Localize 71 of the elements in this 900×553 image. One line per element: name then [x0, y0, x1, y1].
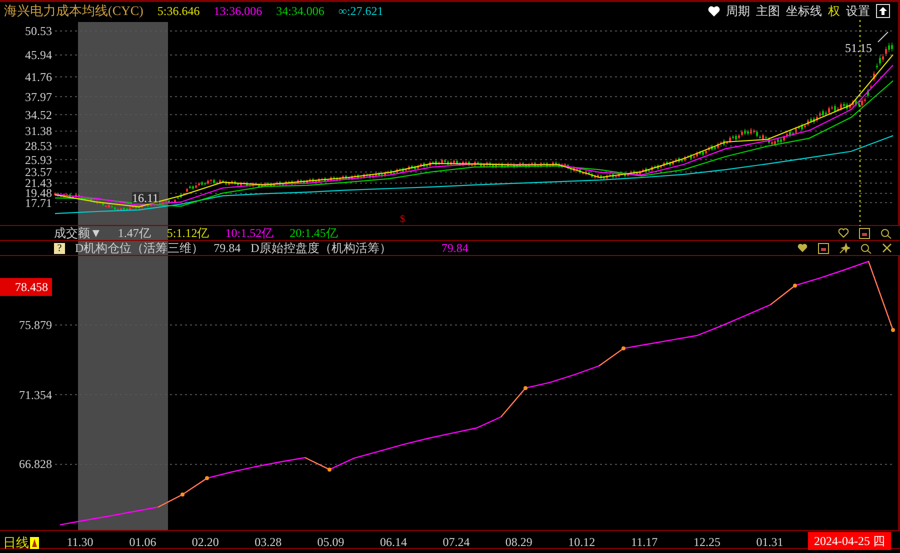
favorite-heart-icon[interactable]	[708, 6, 720, 16]
price-axis-label: 25.93	[24, 154, 52, 166]
legend-value: 5:36.646	[157, 3, 200, 20]
zoom-icon[interactable]	[880, 228, 892, 238]
date-axis-label: 08.29	[505, 534, 532, 551]
price-axis-label: 21.43	[24, 177, 52, 190]
volume-average: 20:1.45亿	[290, 225, 338, 242]
leader-line	[878, 32, 888, 42]
current-value-label: 78.458	[0, 278, 52, 296]
date-axis-label: 11.30	[66, 534, 94, 551]
indicator-axis-label: 75.879	[18, 318, 52, 331]
volume-average: 5:1.12亿	[166, 225, 210, 242]
price-axis-label: 31.38	[24, 125, 52, 138]
window-icon[interactable]	[859, 228, 870, 238]
jump-marker	[598, 346, 626, 366]
high-price-label: 51.15	[845, 40, 872, 57]
zoom-icon[interactable]	[860, 242, 872, 254]
indicator-value: 79.84	[214, 240, 241, 257]
toolbar-button[interactable]: 设置	[846, 2, 870, 20]
legend-value: ∞:27.621	[338, 3, 384, 20]
indicator-value: 79.84	[441, 240, 468, 257]
date-axis-label: 01.31	[756, 534, 784, 551]
price-axis-label: 50.53	[24, 24, 52, 37]
date-axis-label: 11.17	[631, 534, 658, 551]
date-axis-label: 12.25	[694, 534, 720, 551]
price-axis-label: 23.57	[24, 166, 52, 178]
price-axis-label: 41.76	[24, 70, 52, 83]
indicator-axis-label: 71.354	[18, 388, 52, 401]
cone-icon[interactable]	[30, 536, 39, 549]
window-icon[interactable]	[818, 242, 829, 254]
current-date-label: 2024-04-25 四	[808, 532, 891, 550]
price-axis-label: 37.97	[24, 90, 52, 103]
up-arrow-icon[interactable]	[876, 4, 890, 18]
toolbar-button[interactable]: 主图	[756, 2, 780, 20]
date-axis-label: 10.12	[568, 534, 596, 551]
event-marker: $	[400, 213, 405, 227]
date-axis-label: 03.28	[254, 534, 282, 551]
legend-value: 34:34.006	[276, 3, 324, 20]
low-price-label: 16.11	[132, 192, 159, 204]
jump-marker	[500, 386, 528, 418]
legend-value: 13:36.006	[214, 3, 262, 20]
toolbar-button[interactable]: 权	[828, 2, 840, 20]
period-label[interactable]: 日线	[3, 533, 29, 552]
indicator-axis-label: 66.828	[18, 458, 52, 470]
date-axis-label: 02.20	[192, 534, 219, 551]
volume-average: 10:1.52亿	[225, 225, 274, 242]
heart-icon[interactable]	[797, 243, 808, 253]
help-badge[interactable]: ?	[54, 242, 65, 254]
toolbar-button[interactable]: 周期	[726, 2, 750, 20]
price-axis-label: 28.53	[24, 140, 52, 152]
jump-marker	[868, 260, 895, 332]
date-axis-label: 06.14	[380, 534, 407, 551]
volume-title: 成交额▼	[54, 225, 102, 242]
heart-outline-icon[interactable]	[838, 228, 849, 238]
close-icon[interactable]	[882, 243, 892, 253]
jump-marker	[158, 492, 184, 508]
jump-marker	[770, 284, 797, 306]
price-axis-label: 19.48	[24, 187, 52, 200]
date-axis-label: 07.24	[442, 534, 470, 551]
volume-value: 1.47亿	[118, 225, 151, 242]
jump-marker	[182, 476, 209, 495]
price-axis-label: 34.52	[24, 108, 52, 121]
indicator-name: D原始控盘度（机构活筹）	[250, 240, 392, 257]
sparkle-icon[interactable]	[839, 242, 850, 254]
date-axis-label: 05.09	[317, 534, 344, 551]
jump-marker	[304, 457, 332, 472]
price-axis-label: 17.71	[24, 196, 52, 209]
price-axis-label: 45.94	[24, 48, 52, 61]
date-axis-label: 01.06	[129, 534, 156, 551]
toolbar-button[interactable]: 坐标线	[786, 2, 822, 20]
chart-title: 海兴电力成本均线(CYC)	[4, 2, 144, 20]
